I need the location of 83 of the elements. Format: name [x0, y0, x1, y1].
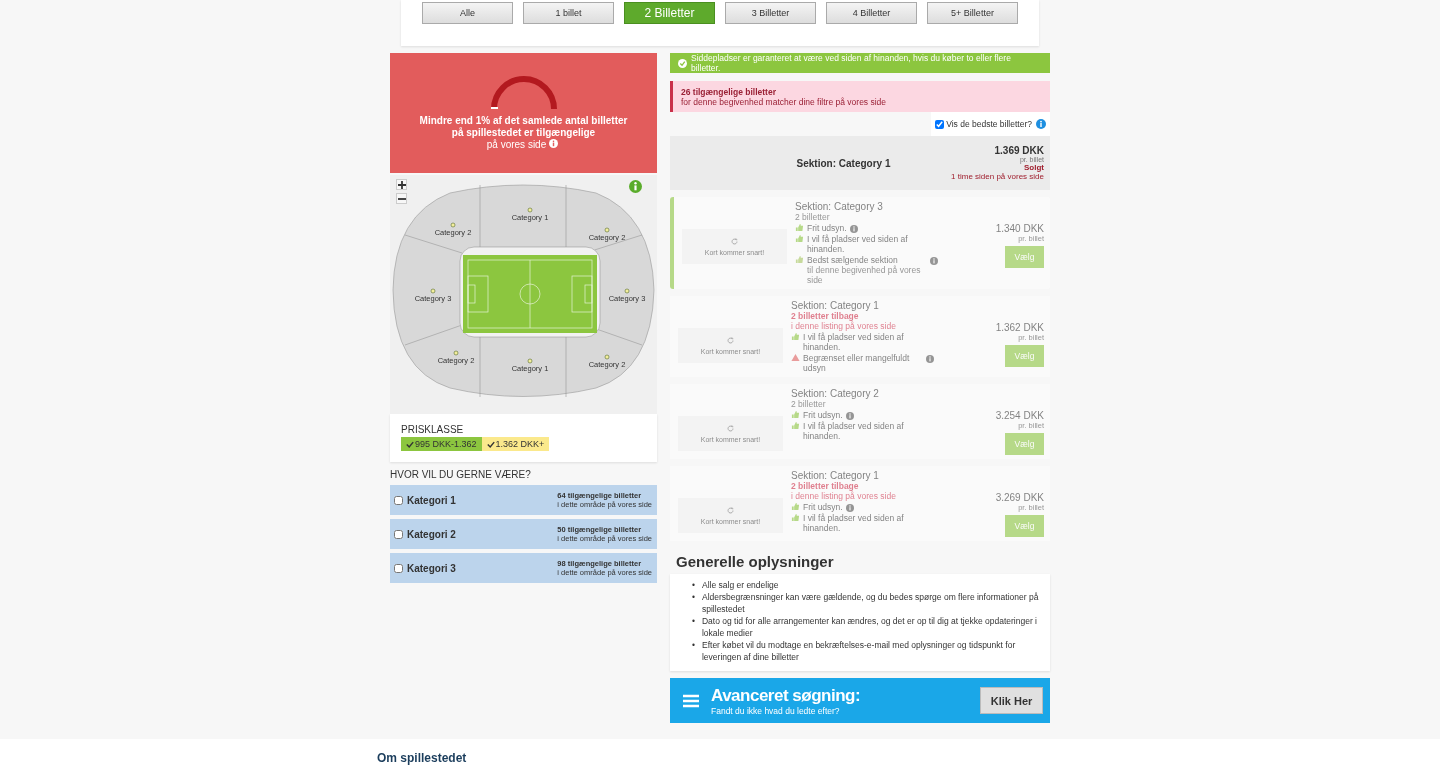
sold-time: 1 time siden på vores side [951, 172, 1044, 181]
info-item: Alle salg er endelige [702, 579, 779, 591]
check-icon [486, 440, 495, 448]
quantity-tab[interactable]: 4 Billetter [826, 2, 917, 24]
warning-icon [791, 353, 800, 362]
price: 3.269 DKK [995, 492, 1044, 503]
bullet: • [692, 591, 695, 604]
section-name: Sektion: Category 2 [791, 388, 880, 399]
price: 1.369 DKK [994, 145, 1044, 156]
availability-count: 26 tilgængelige billetter [681, 86, 777, 97]
sold-status: Solgt [1024, 163, 1044, 172]
section-name: Sektion: Category 1 [791, 300, 880, 311]
section-heading: Generelle oplysninger [676, 553, 835, 570]
advanced-search-subtitle: Fandt du ikke hvad du ledte efter? [711, 705, 841, 716]
feature-note: til denne begivenhed på vores side [807, 265, 922, 285]
price: 1.362 DKK [995, 322, 1044, 333]
feature-text: Frit udsyn. [807, 223, 847, 233]
check-icon [406, 440, 414, 448]
thumbs-up-icon [791, 410, 800, 419]
refresh-icon [727, 336, 734, 344]
area-checkbox[interactable] [394, 563, 403, 573]
price-class-title: PRISKLASSE [401, 424, 465, 435]
feature-text: Begrænset eller mangelfuldt udsyn [803, 353, 911, 373]
feature-text: Frit udsyn. [803, 410, 843, 420]
scarcity-note: på vores side [486, 139, 547, 150]
availability-note: for denne begivenhed matcher dine filtre på vores side [681, 96, 888, 107]
menu-icon[interactable] [683, 693, 699, 708]
info-item: Efter købet vil du modtage en bekræftelses-e-mail med oplysninger og tidspunkt for leveringen af dine billetter [702, 639, 1017, 663]
price: 1.340 DKK [995, 223, 1044, 234]
area-checkbox[interactable] [394, 495, 403, 505]
feature-text: I vil få pladser ved siden af hinanden. [807, 234, 909, 254]
gauge-icon [488, 75, 559, 111]
quantity-tab[interactable]: Alle [422, 2, 513, 24]
feature-text: I vil få pladser ved siden af hinanden. [803, 332, 905, 352]
section-name: Sektion: Category 3 [795, 201, 884, 212]
feature-text: Bedst sælgende sektion [807, 255, 899, 265]
ticket-quantity: 2 billetter [791, 399, 827, 409]
refresh-icon [727, 506, 734, 514]
check-circle-icon [678, 58, 687, 68]
bullet: • [692, 615, 695, 628]
section-name: Sektion: Category 1 [791, 470, 880, 481]
area-checkbox[interactable] [394, 529, 403, 539]
section-heading: Om spillestedet [377, 750, 468, 765]
info-item: Aldersbegrænsninger kan være gældende, og du bedes spørge om flere informationer på spillestedet [702, 591, 1040, 615]
quantity-tab[interactable]: 3 Billetter [725, 2, 816, 24]
thumbs-up-icon [795, 255, 804, 264]
feature-text: I vil få pladser ved siden af hinanden. [803, 421, 905, 441]
section-heading: HVOR VIL DU GERNE VÆRE? [390, 469, 532, 480]
quantity-tab[interactable]: 5+ Billetter [927, 2, 1018, 24]
zoom-in-button[interactable] [396, 179, 407, 190]
ticket-quantity: 2 billetter [795, 212, 831, 222]
price: 3.254 DKK [995, 410, 1044, 421]
advanced-search-title: Avanceret søgning: [711, 685, 862, 706]
bullet: • [692, 579, 695, 591]
thumbs-up-icon [791, 332, 800, 341]
feature-text: Frit udsyn. [803, 502, 843, 512]
refresh-icon [727, 424, 734, 432]
area-name: Kategori 1 [407, 494, 457, 506]
thumbs-up-icon [791, 502, 800, 511]
refresh-icon [731, 237, 738, 245]
bullet: • [692, 639, 695, 652]
thumbs-up-icon [795, 234, 804, 243]
info-icon [549, 139, 558, 148]
price-range-chip[interactable]: 995 DKK-1.362 [401, 437, 482, 451]
info-item: Dato og tid for alle arrangementer kan ændres, og det er op til dig at tjekke opdateringer i lokale medier [702, 615, 1038, 639]
guarantee-text: Siddepladser er garanteret at være ved siden af hinanden, hvis du køber to eller flere billetter. [691, 53, 1012, 73]
area-name: Kategori 3 [407, 562, 457, 574]
price-range-chip[interactable]: 1.362 DKK+ [481, 437, 550, 451]
ticket-quantity: 2 billetter tilbage [791, 481, 859, 491]
thumbs-up-icon [795, 223, 804, 232]
best-tickets-checkbox[interactable] [935, 119, 945, 129]
click-here-button[interactable]: Klik Her [980, 687, 1043, 714]
thumbs-up-icon [791, 513, 800, 522]
section-name: Sektion: Category 1 [795, 157, 892, 169]
thumbs-up-icon [791, 421, 800, 430]
feature-text: I vil få pladser ved siden af hinanden. [803, 513, 905, 533]
info-icon [629, 180, 642, 193]
quantity-tab[interactable]: 1 billet [523, 2, 614, 24]
info-icon [1036, 119, 1046, 129]
zoom-out-button[interactable] [396, 193, 407, 204]
plus-icon [397, 180, 406, 189]
area-name: Kategori 2 [407, 528, 457, 540]
ticket-quantity: 2 billetter tilbage [791, 311, 859, 321]
